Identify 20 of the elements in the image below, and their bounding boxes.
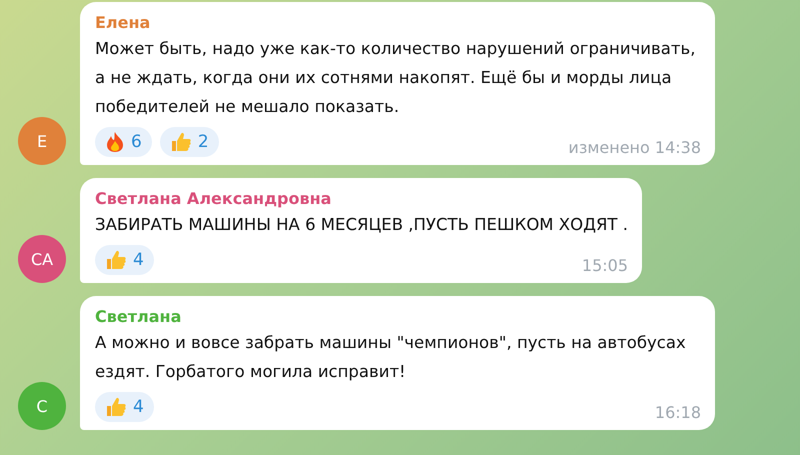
author-name[interactable]: Светлана: [95, 306, 182, 328]
message-time: 16:18: [654, 403, 701, 422]
message-time: 15:05: [582, 256, 628, 275]
avatar[interactable]: Е: [18, 117, 66, 165]
message-text: ЗАБИРАТЬ МАШИНЫ НА 6 МЕСЯЦЕВ ,ПУСТЬ ПЕШКОМ ХОДЯТ .: [95, 214, 628, 236]
thumbs-up-icon: [170, 131, 192, 153]
message-time: изменено 14:38: [568, 138, 701, 157]
author-name[interactable]: Елена: [95, 12, 150, 34]
reaction-button[interactable]: 2: [160, 127, 219, 157]
message-text: А можно и вовсе забрать машины "чемпионов", пусть на автобусах ездят. Горбатого могила исправит!: [95, 332, 687, 383]
avatar[interactable]: СА: [18, 235, 66, 283]
thumbs-up-icon: [105, 396, 127, 418]
author-name[interactable]: Светлана Александровна: [95, 188, 332, 210]
message-text: Может быть, надо уже как-то количество нарушений ограничивать, а не ждать, когда они их сотнями накопят. Ещё бы и морды лица победителей не мешало показать.: [95, 38, 696, 118]
fire-icon: [105, 131, 125, 153]
reaction-button[interactable]: 6: [95, 127, 152, 157]
reaction-button[interactable]: 4: [95, 392, 154, 422]
reaction-button[interactable]: 4: [95, 245, 154, 275]
avatar[interactable]: С: [18, 382, 66, 430]
thumbs-up-icon: [105, 249, 127, 271]
